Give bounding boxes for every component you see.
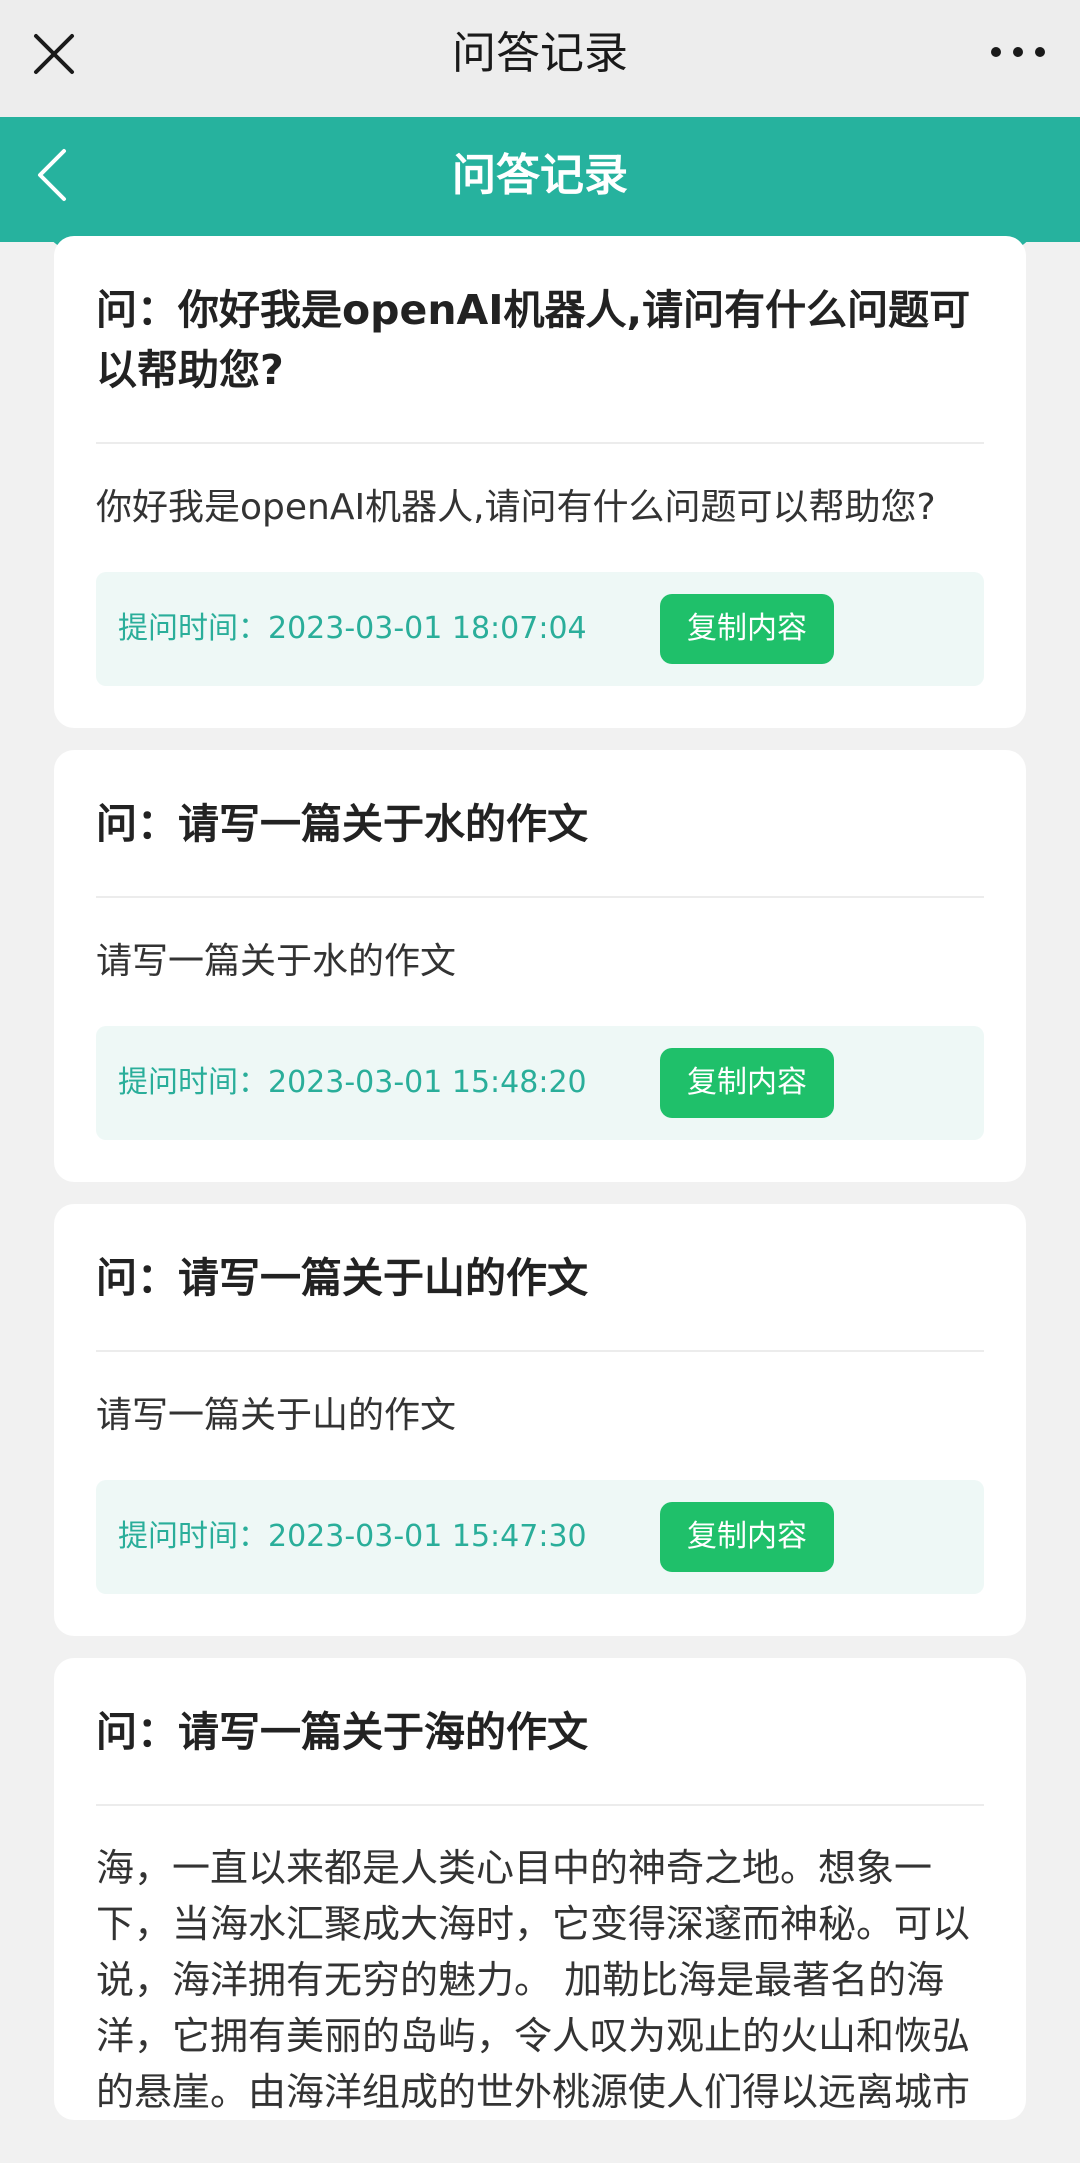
ask-time: 提问时间：2023-03-01 15:47:30 bbox=[118, 1519, 587, 1554]
record-list: 问：你好我是openAI机器人,请问有什么问题可以帮助您? 你好我是openAI… bbox=[54, 236, 1026, 2142]
answer-text: 你好我是openAI机器人,请问有什么问题可以帮助您? bbox=[96, 487, 936, 528]
window-title: 问答记录 bbox=[452, 28, 628, 79]
more-icon[interactable] bbox=[990, 40, 1046, 64]
answer-text: 海，一直以来都是人类心目中的神奇之地。想象一下，当海水汇聚成大海时，它变得深邃而… bbox=[96, 1846, 971, 2114]
record-card: 问：请写一篇关于水的作文 请写一篇关于水的作文 提问时间：2023-03-01 … bbox=[54, 750, 1026, 1182]
ask-time: 提问时间：2023-03-01 15:48:20 bbox=[118, 1065, 587, 1100]
question-text: 问：请写一篇关于水的作文 bbox=[96, 750, 984, 898]
answer-text: 请写一篇关于水的作文 bbox=[96, 941, 457, 982]
page-title: 问答记录 bbox=[452, 150, 628, 201]
question-text: 问：请写一篇关于海的作文 bbox=[96, 1658, 984, 1806]
page-header: 问答记录 bbox=[0, 117, 1080, 242]
record-meta: 提问时间：2023-03-01 15:47:30 复制内容 bbox=[96, 1480, 984, 1594]
record-meta: 提问时间：2023-03-01 18:07:04 复制内容 bbox=[96, 572, 984, 686]
copy-content-button[interactable]: 复制内容 bbox=[660, 594, 834, 664]
record-meta: 提问时间：2023-03-01 15:48:20 复制内容 bbox=[96, 1026, 984, 1140]
record-card: 问：请写一篇关于山的作文 请写一篇关于山的作文 提问时间：2023-03-01 … bbox=[54, 1204, 1026, 1636]
top-bar: 问答记录 bbox=[0, 0, 1080, 117]
question-text: 问：你好我是openAI机器人,请问有什么问题可以帮助您? bbox=[96, 236, 984, 444]
record-card: 问：你好我是openAI机器人,请问有什么问题可以帮助您? 你好我是openAI… bbox=[54, 236, 1026, 728]
ask-time: 提问时间：2023-03-01 18:07:04 bbox=[118, 611, 587, 646]
question-text: 问：请写一篇关于山的作文 bbox=[96, 1204, 984, 1352]
answer-text: 请写一篇关于山的作文 bbox=[96, 1395, 457, 1436]
copy-content-button[interactable]: 复制内容 bbox=[660, 1502, 834, 1572]
record-card: 问：请写一篇关于海的作文 海，一直以来都是人类心目中的神奇之地。想象一下，当海水… bbox=[54, 1658, 1026, 2120]
copy-content-button[interactable]: 复制内容 bbox=[660, 1048, 834, 1118]
